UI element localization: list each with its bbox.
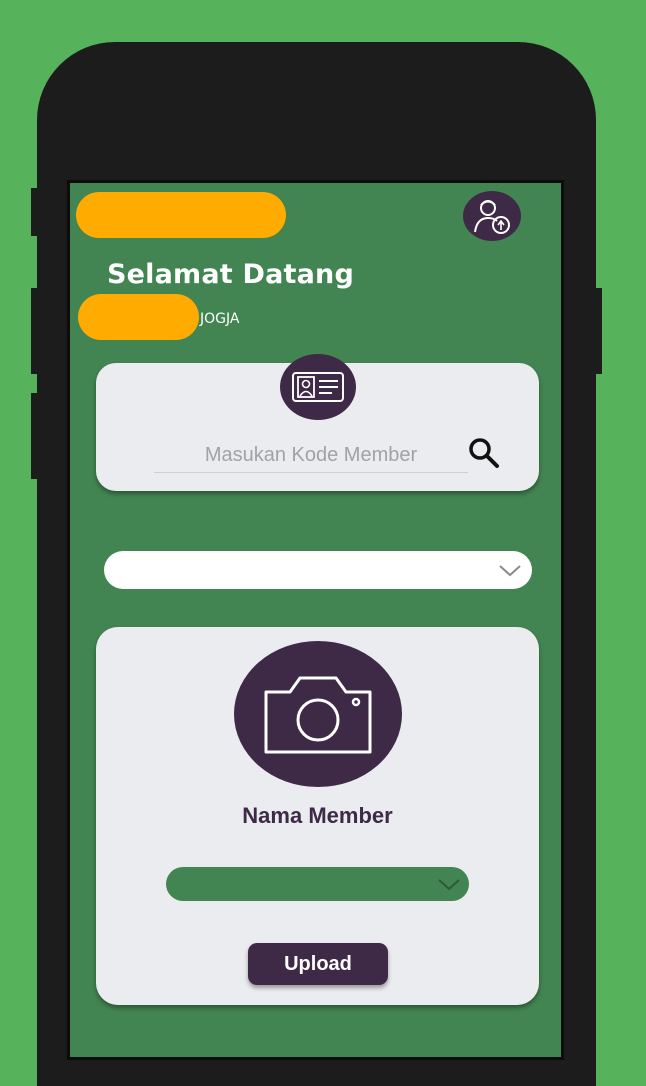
phone-side-button — [31, 288, 39, 374]
upload-button[interactable]: Upload — [248, 943, 388, 985]
city-label: JOGJA — [200, 311, 240, 327]
member-name-label: Nama Member — [242, 803, 393, 828]
id-card-badge — [280, 354, 356, 420]
phone-side-button — [31, 188, 39, 236]
profile-button[interactable] — [463, 191, 521, 241]
chevron-down-icon — [499, 565, 521, 577]
member-code-input[interactable] — [154, 439, 468, 473]
member-select-dropdown[interactable] — [166, 867, 469, 901]
camera-icon — [264, 676, 372, 754]
phone-side-button — [594, 288, 602, 374]
app-screen: Selamat Datang JOGJA Nama Member — [67, 180, 564, 1060]
phone-side-button — [31, 393, 39, 479]
welcome-title: Selamat Datang — [107, 259, 354, 290]
camera-button[interactable] — [234, 641, 402, 787]
profile-icon — [474, 200, 510, 234]
redacted-block — [76, 192, 286, 238]
chevron-down-icon — [438, 879, 460, 891]
id-card-icon — [292, 372, 344, 402]
search-icon[interactable] — [466, 435, 502, 471]
redacted-block — [78, 294, 199, 340]
select-dropdown[interactable] — [104, 551, 532, 589]
